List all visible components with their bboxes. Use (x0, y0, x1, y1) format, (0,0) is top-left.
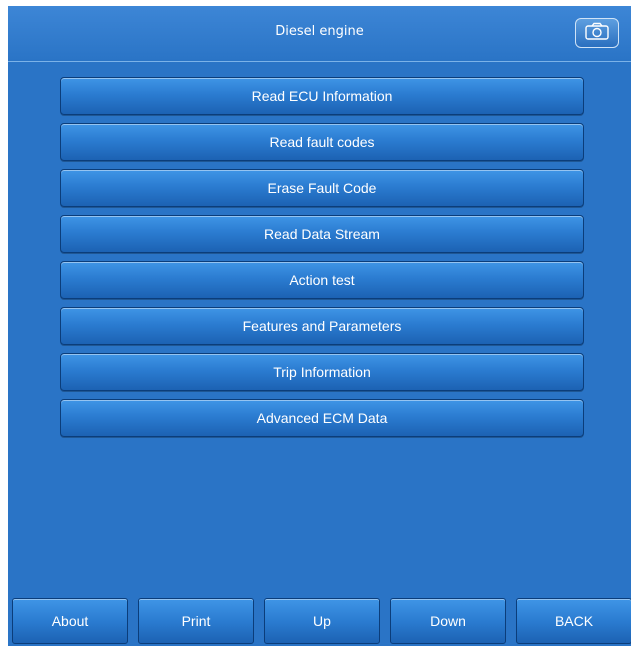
back-button[interactable]: BACK (516, 598, 631, 644)
erase-fault-code-button[interactable]: Erase Fault Code (60, 169, 584, 207)
page-title: Diesel engine (275, 24, 364, 39)
advanced-ecm-data-button[interactable]: Advanced ECM Data (60, 399, 584, 437)
camera-icon (584, 22, 610, 44)
bottom-toolbar: About Print Up Down BACK (8, 598, 631, 646)
title-bar: Diesel engine (8, 6, 631, 62)
print-button[interactable]: Print (138, 598, 254, 644)
read-fault-codes-button[interactable]: Read fault codes (60, 123, 584, 161)
diagnostic-screen: Diesel engine Read ECU Information Read … (8, 6, 631, 646)
screenshot-button[interactable] (575, 18, 619, 48)
action-test-button[interactable]: Action test (60, 261, 584, 299)
about-button[interactable]: About (12, 598, 128, 644)
function-menu: Read ECU Information Read fault codes Er… (60, 77, 584, 445)
down-button[interactable]: Down (390, 598, 506, 644)
trip-information-button[interactable]: Trip Information (60, 353, 584, 391)
read-data-stream-button[interactable]: Read Data Stream (60, 215, 584, 253)
up-button[interactable]: Up (264, 598, 380, 644)
features-and-parameters-button[interactable]: Features and Parameters (60, 307, 584, 345)
read-ecu-information-button[interactable]: Read ECU Information (60, 77, 584, 115)
